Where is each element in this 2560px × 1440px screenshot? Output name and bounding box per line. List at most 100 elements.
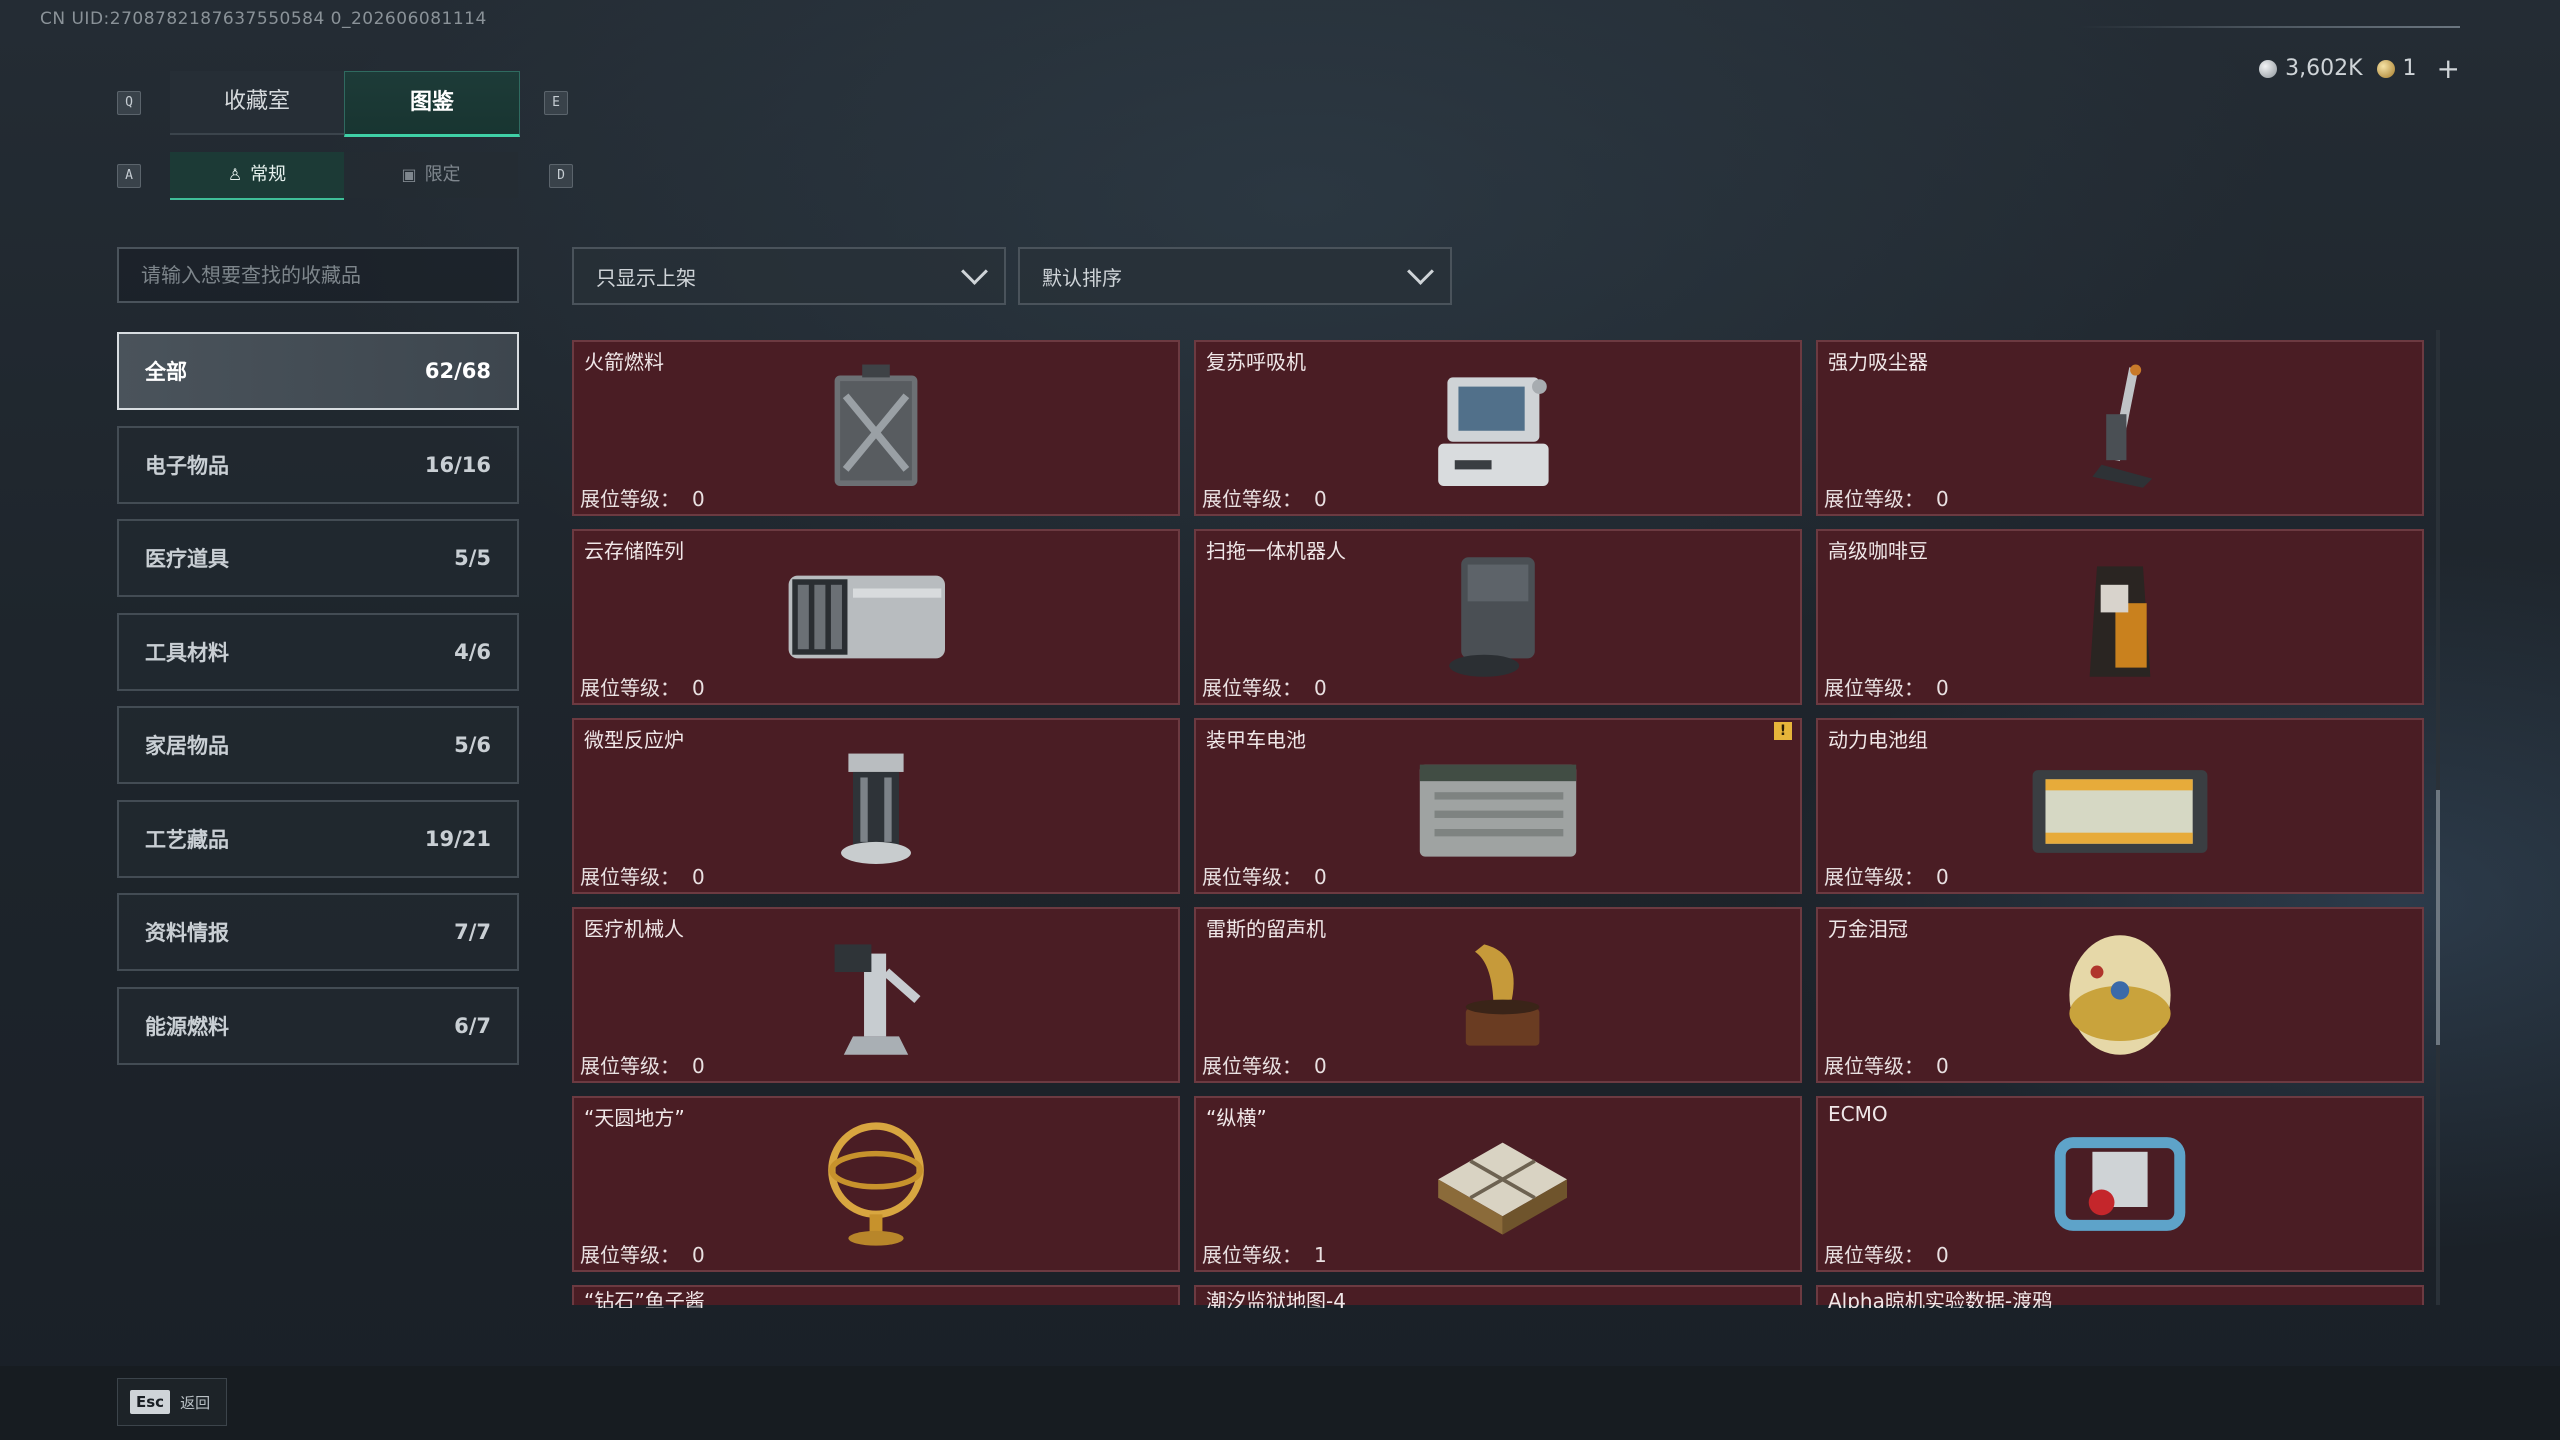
gold-coin-icon bbox=[2376, 60, 2395, 78]
esc-key-icon: Esc bbox=[130, 1390, 171, 1414]
top-divider bbox=[2080, 26, 2460, 28]
gold-currency: 1 bbox=[2376, 56, 2417, 81]
item-card[interactable]: 火箭燃料展位等级： 0 bbox=[572, 340, 1180, 516]
back-button[interactable]: Esc 返回 bbox=[117, 1378, 227, 1426]
chevron-down-icon bbox=[1407, 257, 1434, 285]
item-name: 强力吸尘器 bbox=[1828, 350, 1928, 374]
item-name: Alpha晾机实验数据-渡鸦 bbox=[1828, 1289, 2053, 1308]
item-name: 万金泪冠 bbox=[1828, 917, 1908, 941]
item-level: 展位等级： 0 bbox=[580, 1243, 705, 1267]
category-all[interactable]: 全部 62/68 bbox=[117, 332, 519, 410]
fuel-can-icon bbox=[834, 364, 918, 486]
item-name: 装甲车电池 bbox=[1206, 728, 1306, 752]
item-level: 展位等级： 0 bbox=[1202, 487, 1327, 511]
item-level: 展位等级： 0 bbox=[1202, 676, 1327, 700]
subtab-limited[interactable]: ▣ 限定 bbox=[344, 152, 518, 198]
item-level: 展位等级： 0 bbox=[1824, 865, 1949, 889]
item-card[interactable]: ECMO 展位等级： 0 bbox=[1816, 1096, 2424, 1272]
item-card[interactable]: 装甲车电池展位等级： 0! bbox=[1194, 718, 1802, 894]
category-electronics[interactable]: 电子物品 16/16 bbox=[117, 425, 519, 504]
item-grid-viewport: 火箭燃料 展位等级： 0 复苏呼吸机 展位等级： 0 强力吸尘器 展位等级： 0 云存储阵列 展位等… bbox=[572, 340, 2424, 1308]
item-name: 动力电池组 bbox=[1828, 728, 1928, 752]
category-medical[interactable]: 医疗道具 5/5 bbox=[117, 519, 519, 597]
category-list: 全部 62/68 电子物品 16/16 医疗道具 5/5 工具材料 4/6 家居物品 5/… bbox=[117, 332, 519, 1080]
armillary-icon bbox=[828, 1122, 924, 1246]
battery-pack-icon bbox=[2032, 770, 2208, 853]
currency-bar: 3,602K 1 + bbox=[2259, 52, 2460, 85]
item-level: 展位等级： 1 bbox=[1202, 1243, 1327, 1267]
add-currency-button[interactable]: + bbox=[2437, 52, 2460, 85]
item-name: 雷斯的留声机 bbox=[1206, 917, 1326, 941]
gramophone-icon bbox=[1465, 944, 1540, 1046]
item-level: 展位等级： 0 bbox=[580, 487, 705, 511]
item-level: 展位等级： 0 bbox=[1202, 1054, 1327, 1078]
key-hint-a: A bbox=[117, 164, 141, 188]
bottom-bar bbox=[0, 1366, 2560, 1440]
alert-icon: ! bbox=[1774, 722, 1792, 740]
silver-coin-icon bbox=[2259, 60, 2278, 78]
item-level: 展位等级： 0 bbox=[1824, 1243, 1949, 1267]
item-name: 复苏呼吸机 bbox=[1206, 350, 1306, 374]
category-household[interactable]: 家居物品 5/6 bbox=[117, 706, 519, 784]
item-level: 展位等级： 0 bbox=[580, 676, 705, 700]
item-name: 高级咖啡豆 bbox=[1828, 539, 1928, 563]
item-name: 医疗机械人 bbox=[584, 917, 684, 941]
ecmo-icon bbox=[2054, 1137, 2186, 1231]
item-card[interactable]: “天圆地方” 展位等级： 0 bbox=[572, 1096, 1180, 1272]
image-icon: ▣ bbox=[401, 165, 417, 184]
item-card[interactable]: 高级咖啡豆展位等级： 0 bbox=[1816, 529, 2424, 705]
tab-codex[interactable]: 图鉴 bbox=[344, 71, 520, 137]
reactor-icon bbox=[841, 753, 911, 864]
category-intel[interactable]: 资料情报 7/7 bbox=[117, 893, 519, 971]
silver-currency: 3,602K bbox=[2259, 56, 2363, 81]
item-name: 火箭燃料 bbox=[584, 350, 664, 374]
item-card[interactable]: 潮汐监狱地图-4 bbox=[1194, 1285, 1802, 1308]
item-name: “钻石”鱼子酱 bbox=[584, 1289, 705, 1308]
sort-dropdown[interactable]: 默认排序 bbox=[1018, 247, 1452, 305]
search-input[interactable] bbox=[117, 247, 519, 303]
tab-collection-room[interactable]: 收藏室 bbox=[170, 71, 344, 135]
category-energy[interactable]: 能源燃料 6/7 bbox=[117, 986, 519, 1065]
item-name: 云存储阵列 bbox=[584, 539, 684, 563]
battery-icon bbox=[1419, 764, 1577, 857]
key-hint-d: D bbox=[549, 164, 573, 188]
item-level: 展位等级： 0 bbox=[1202, 865, 1327, 889]
item-card[interactable]: 强力吸尘器展位等级： 0 bbox=[1816, 340, 2424, 516]
shelf-filter-dropdown[interactable]: 只显示上架 bbox=[572, 247, 1006, 305]
med-robot-icon bbox=[834, 944, 921, 1055]
item-card[interactable]: 云存储阵列展位等级： 0 bbox=[572, 529, 1180, 705]
item-card[interactable]: Alpha晾机实验数据-渡鸦 bbox=[1816, 1285, 2424, 1308]
item-name: “天圆地方” bbox=[584, 1106, 685, 1130]
item-card[interactable]: 复苏呼吸机展位等级： 0 bbox=[1194, 340, 1802, 516]
scrollbar-thumb[interactable] bbox=[2436, 790, 2440, 1045]
item-name: ECMO bbox=[1828, 1102, 1888, 1126]
item-card[interactable]: 雷斯的留声机 展位等级： 0 bbox=[1194, 907, 1802, 1083]
sub-tabs: ♙ 常规 ▣ 限定 bbox=[170, 152, 518, 200]
item-level: 展位等级： 0 bbox=[1824, 1054, 1949, 1078]
item-grid: 火箭燃料 展位等级： 0 复苏呼吸机 展位等级： 0 强力吸尘器 展位等级： 0 云存储阵列 展位等… bbox=[572, 340, 2424, 1308]
robot-mop-icon bbox=[1449, 557, 1535, 677]
key-hint-q: Q bbox=[117, 91, 141, 115]
item-card[interactable]: 扫拖一体机器人展位等级： 0 bbox=[1194, 529, 1802, 705]
subtab-regular[interactable]: ♙ 常规 bbox=[170, 152, 344, 200]
item-card[interactable]: 微型反应炉 展位等级： 0 bbox=[572, 718, 1180, 894]
item-card[interactable]: 医疗机械人 展位等级： 0 bbox=[572, 907, 1180, 1083]
main-tabs: 收藏室 图鉴 bbox=[170, 71, 520, 137]
item-card[interactable]: “纵横” 展位等级： 1 bbox=[1194, 1096, 1802, 1272]
category-tools[interactable]: 工具材料 4/6 bbox=[117, 612, 519, 691]
server-icon bbox=[788, 575, 945, 659]
uid-label: CN UID:2708782187637550584 0_20260608111… bbox=[40, 9, 487, 29]
item-card[interactable]: 动力电池组展位等级： 0 bbox=[1816, 718, 2424, 894]
key-hint-e: E bbox=[544, 91, 568, 115]
item-name: 扫拖一体机器人 bbox=[1206, 539, 1346, 563]
item-name: 潮汐监狱地图-4 bbox=[1206, 1289, 1346, 1308]
coffee-icon bbox=[2089, 566, 2151, 677]
chevron-down-icon bbox=[961, 257, 988, 285]
category-crafts[interactable]: 工艺藏品 19/21 bbox=[117, 799, 519, 878]
item-level: 展位等级： 0 bbox=[1824, 487, 1949, 511]
item-card[interactable]: “钻石”鱼子酱 bbox=[572, 1285, 1180, 1308]
ventilator-icon bbox=[1438, 377, 1549, 486]
item-card[interactable]: 万金泪冠展位等级： 0 bbox=[1816, 907, 2424, 1083]
item-level: 展位等级： 0 bbox=[580, 865, 705, 889]
item-level: 展位等级： 0 bbox=[1824, 676, 1949, 700]
